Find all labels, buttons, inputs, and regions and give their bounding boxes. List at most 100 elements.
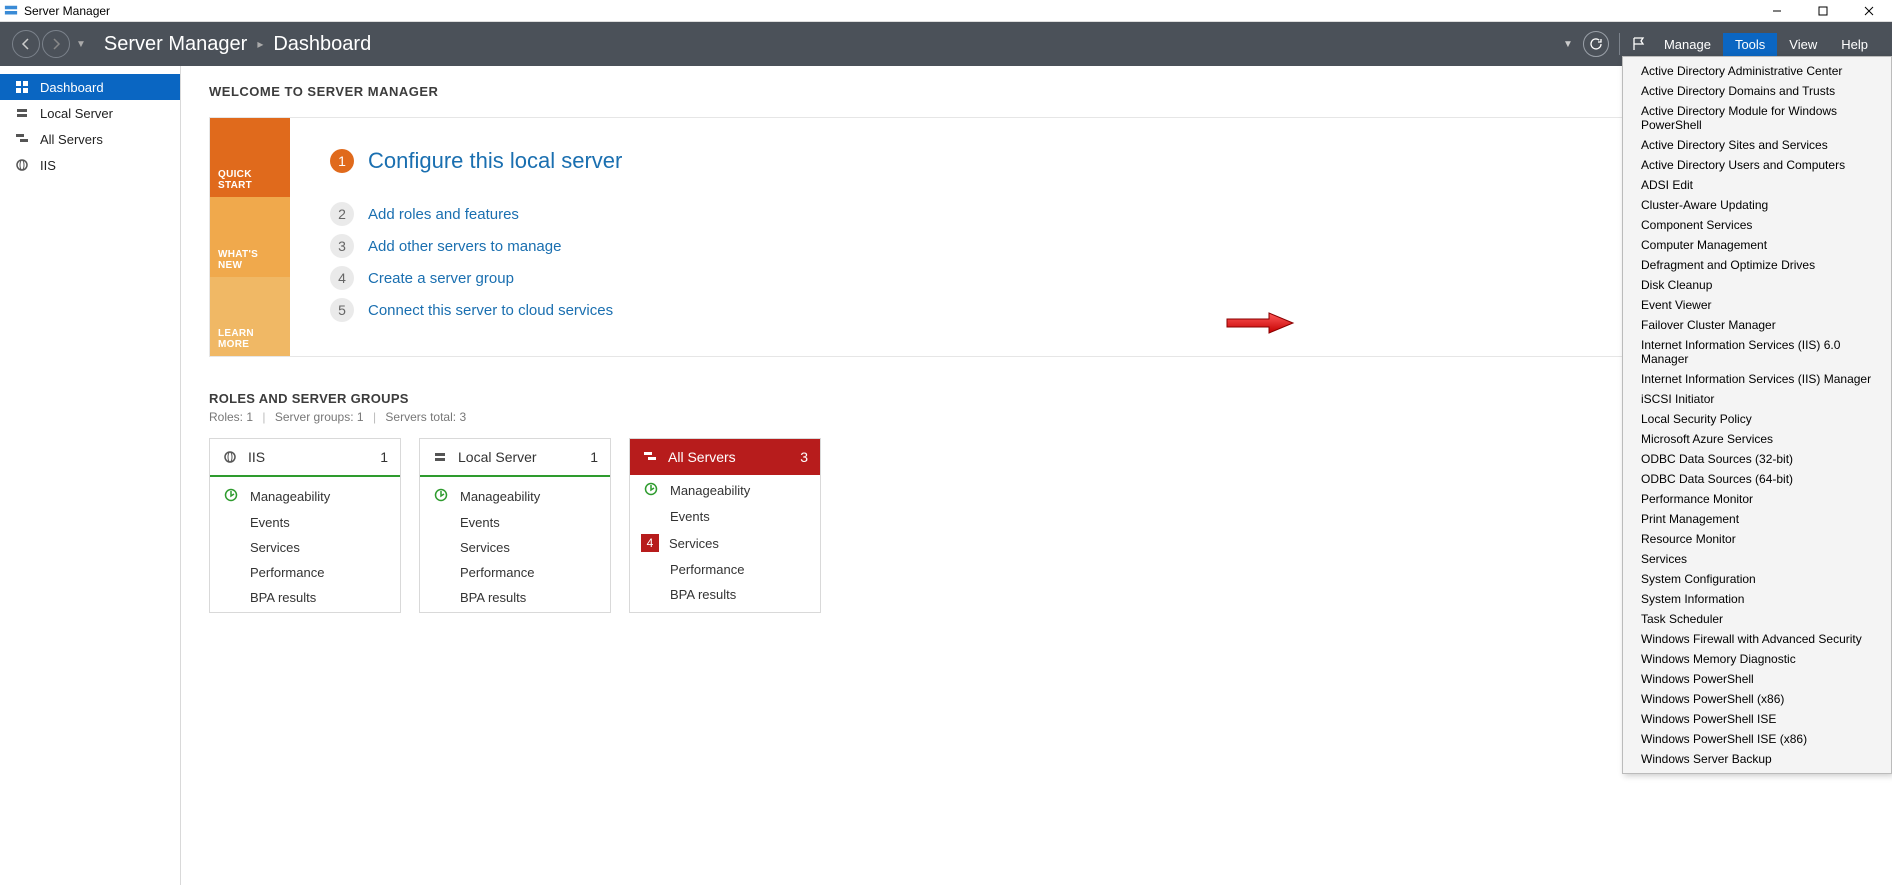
tile-count: 3	[800, 449, 808, 465]
notifications-flag-icon[interactable]	[1626, 31, 1652, 57]
tile-row-bpa[interactable]: BPA results	[210, 585, 400, 610]
tools-menu-item[interactable]: Performance Monitor	[1623, 489, 1891, 509]
sidebar-item-all-servers[interactable]: All Servers	[0, 126, 180, 152]
servers-icon	[14, 131, 30, 147]
tools-menu-item[interactable]: ODBC Data Sources (64-bit)	[1623, 469, 1891, 489]
step-label: Create a server group	[368, 270, 514, 287]
learn-more-block[interactable]: LEARN MORE	[210, 277, 290, 356]
tile-iis: IIS 1 Manageability Events Services Perf…	[209, 438, 401, 613]
tools-menu-item[interactable]: Windows Memory Diagnostic	[1623, 649, 1891, 669]
breadcrumb-page[interactable]: Dashboard	[273, 33, 371, 56]
tools-menu-item[interactable]: System Information	[1623, 589, 1891, 609]
menu-manage[interactable]: Manage	[1652, 33, 1723, 56]
sidebar: Dashboard Local Server All Servers IIS	[0, 66, 181, 885]
tile-row-manageability[interactable]: Manageability	[630, 477, 820, 504]
status-bar	[210, 475, 400, 477]
whats-new-block[interactable]: WHAT'S NEW	[210, 197, 290, 276]
tools-menu-item[interactable]: Services	[1623, 549, 1891, 569]
tile-row-services[interactable]: Services	[210, 535, 400, 560]
separator	[1619, 33, 1620, 55]
back-button[interactable]	[12, 30, 40, 58]
tools-menu-item[interactable]: Event Viewer	[1623, 295, 1891, 315]
sidebar-item-label: Local Server	[40, 106, 113, 121]
tools-menu-item[interactable]: Local Security Policy	[1623, 409, 1891, 429]
step-configure-local-server[interactable]: 1 Configure this local server	[330, 148, 1823, 174]
tools-menu-item[interactable]: Cluster-Aware Updating	[1623, 195, 1891, 215]
tile-header[interactable]: All Servers 3	[630, 439, 820, 475]
titlebar: Server Manager	[0, 0, 1892, 22]
tools-menu-item[interactable]: Resource Monitor	[1623, 529, 1891, 549]
tile-row-manageability[interactable]: Manageability	[210, 483, 400, 510]
tools-menu-item[interactable]: Disk Cleanup	[1623, 275, 1891, 295]
alert-count-badge: 4	[641, 534, 659, 552]
tile-row-manageability[interactable]: Manageability	[420, 483, 610, 510]
tools-menu-item[interactable]: Windows Server Backup	[1623, 749, 1891, 769]
step-number: 5	[330, 298, 354, 322]
tools-menu-item[interactable]: Failover Cluster Manager	[1623, 315, 1891, 335]
tools-menu-item[interactable]: Active Directory Users and Computers	[1623, 155, 1891, 175]
tile-local-server: Local Server 1 Manageability Events Serv…	[419, 438, 611, 613]
refresh-button[interactable]	[1583, 31, 1609, 57]
tools-menu-item[interactable]: ADSI Edit	[1623, 175, 1891, 195]
tools-menu-item[interactable]: Windows Firewall with Advanced Security	[1623, 629, 1891, 649]
tile-row-performance[interactable]: Performance	[210, 560, 400, 585]
appbar-options-dropdown[interactable]: ▼	[1563, 39, 1573, 50]
tile-row-events[interactable]: Events	[210, 510, 400, 535]
window-maximize-button[interactable]	[1800, 0, 1846, 22]
step-add-roles[interactable]: 2 Add roles and features	[330, 202, 1823, 226]
window-close-button[interactable]	[1846, 0, 1892, 22]
menu-tools[interactable]: Tools	[1723, 33, 1777, 56]
tools-menu-item[interactable]: Windows PowerShell (x86)	[1623, 689, 1891, 709]
menu-help[interactable]: Help	[1829, 33, 1880, 56]
tile-row-performance[interactable]: Performance	[630, 557, 820, 582]
tile-row-events[interactable]: Events	[630, 504, 820, 529]
window-minimize-button[interactable]	[1754, 0, 1800, 22]
tools-menu-item[interactable]: Microsoft Azure Services	[1623, 429, 1891, 449]
roles-groups-heading: ROLES AND SERVER GROUPS	[209, 391, 1864, 406]
tools-menu-item[interactable]: Component Services	[1623, 215, 1891, 235]
sidebar-item-local-server[interactable]: Local Server	[0, 100, 180, 126]
tile-row-bpa[interactable]: BPA results	[630, 582, 820, 607]
breadcrumb-app[interactable]: Server Manager	[104, 33, 247, 56]
tile-row-bpa[interactable]: BPA results	[420, 585, 610, 610]
tools-menu-item[interactable]: Active Directory Administrative Center	[1623, 61, 1891, 81]
tile-count: 1	[590, 449, 598, 465]
tools-menu-item[interactable]: iSCSI Initiator	[1623, 389, 1891, 409]
tile-header[interactable]: Local Server 1	[420, 439, 610, 475]
sidebar-item-dashboard[interactable]: Dashboard	[0, 74, 180, 100]
tools-menu-item[interactable]: Active Directory Domains and Trusts	[1623, 81, 1891, 101]
tile-row-services[interactable]: Services	[420, 535, 610, 560]
tools-menu-item[interactable]: Computer Management	[1623, 235, 1891, 255]
tile-row-services-alert[interactable]: 4 Services	[630, 529, 820, 557]
step-number: 3	[330, 234, 354, 258]
tools-menu-item[interactable]: Active Directory Module for Windows Powe…	[1623, 101, 1891, 135]
tools-menu-item[interactable]: Active Directory Sites and Services	[1623, 135, 1891, 155]
tools-menu-item[interactable]: Task Scheduler	[1623, 609, 1891, 629]
menu-view[interactable]: View	[1777, 33, 1829, 56]
tools-menu-item[interactable]: Windows PowerShell ISE (x86)	[1623, 729, 1891, 749]
step-create-group[interactable]: 4 Create a server group	[330, 266, 1823, 290]
tools-menu-item[interactable]: Windows PowerShell	[1623, 669, 1891, 689]
tools-menu-item[interactable]: System Configuration	[1623, 569, 1891, 589]
quick-start-block[interactable]: QUICK START	[210, 118, 290, 197]
step-number: 2	[330, 202, 354, 226]
sidebar-item-iis[interactable]: IIS	[0, 152, 180, 178]
step-add-servers[interactable]: 3 Add other servers to manage	[330, 234, 1823, 258]
forward-button[interactable]	[42, 30, 70, 58]
tools-menu-item[interactable]: Internet Information Services (IIS) Mana…	[1623, 369, 1891, 389]
nav-history-dropdown[interactable]: ▼	[76, 39, 86, 50]
sidebar-item-label: Dashboard	[40, 80, 104, 95]
status-bar	[420, 475, 610, 477]
tile-row-events[interactable]: Events	[420, 510, 610, 535]
tools-menu-item[interactable]: Internet Information Services (IIS) 6.0 …	[1623, 335, 1891, 369]
step-connect-cloud[interactable]: 5 Connect this server to cloud services	[330, 298, 1823, 322]
status-ok-icon	[644, 482, 660, 499]
tools-menu-item[interactable]: Defragment and Optimize Drives	[1623, 255, 1891, 275]
server-icon	[14, 105, 30, 121]
tile-row-performance[interactable]: Performance	[420, 560, 610, 585]
tools-menu-item[interactable]: ODBC Data Sources (32-bit)	[1623, 449, 1891, 469]
tools-menu-item[interactable]: Windows PowerShell ISE	[1623, 709, 1891, 729]
tile-header[interactable]: IIS 1	[210, 439, 400, 475]
tools-menu-item[interactable]: Print Management	[1623, 509, 1891, 529]
breadcrumb: Server Manager ▸ Dashboard	[104, 33, 371, 56]
